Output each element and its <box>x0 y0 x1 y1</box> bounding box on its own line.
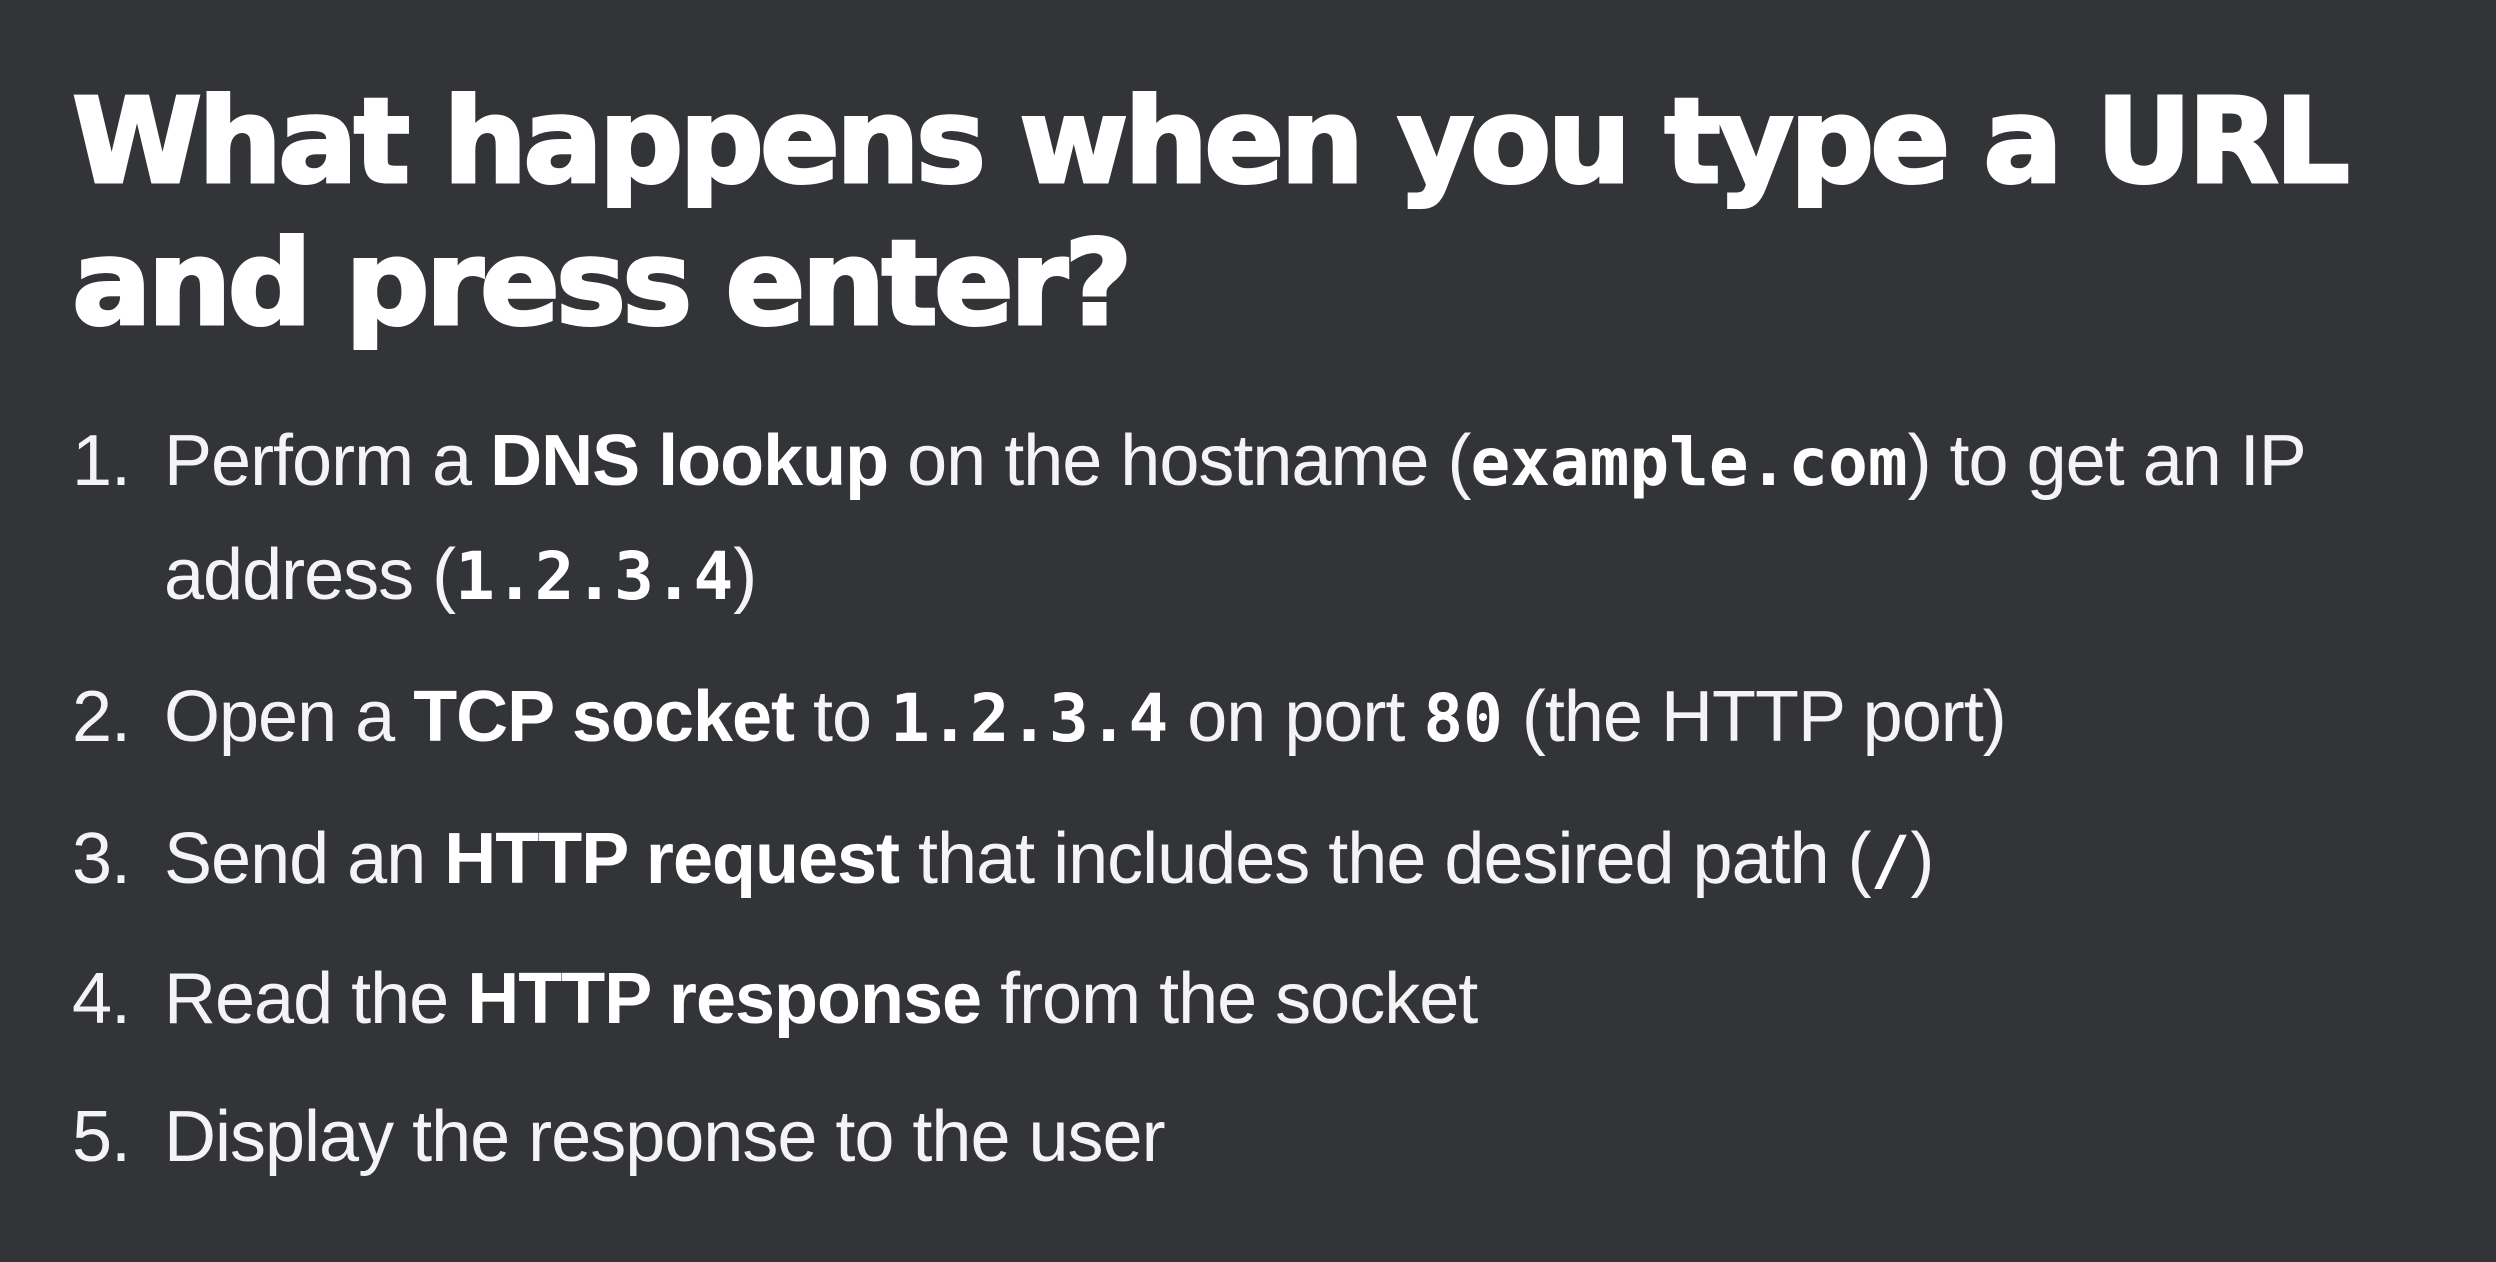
code-hostname: example.com <box>1470 424 1908 501</box>
step-keyword: TCP socket <box>413 677 795 757</box>
code-path: / <box>1870 822 1911 899</box>
step-number: 2. <box>72 677 131 757</box>
step-text: Read the HTTP response from the socket <box>164 943 2472 1055</box>
step-keyword: DNS lookup <box>490 421 889 501</box>
step-text-segment: (the HTTP port) <box>1502 677 2007 757</box>
step-text-segment: ) <box>1910 819 1934 899</box>
step-text-segment: Display the response to the user <box>164 1097 1166 1177</box>
step-1: 1. Perform a DNS lookup on the hostname … <box>72 405 2472 633</box>
step-text: Display the response to the user <box>164 1081 2472 1193</box>
step-number: 1. <box>72 421 131 501</box>
step-number: 4. <box>72 959 131 1039</box>
step-keyword: HTTP request <box>444 819 900 899</box>
code-port: 80 <box>1423 680 1503 757</box>
step-text-segment: on the hostname ( <box>888 421 1471 501</box>
step-text: Send an HTTP request that includes the d… <box>164 803 2472 917</box>
step-keyword: HTTP response <box>467 959 982 1039</box>
step-number: 3. <box>72 819 131 899</box>
step-text-segment: that includes the desired path ( <box>899 819 1872 899</box>
code-ip-address: 1.2.3.4 <box>455 538 734 615</box>
step-2: 2. Open a TCP socket to 1.2.3.4 on port … <box>72 661 2472 775</box>
step-text-segment: Read the <box>164 959 468 1039</box>
step-3: 3. Send an HTTP request that includes th… <box>72 803 2472 917</box>
code-ip-address: 1.2.3.4 <box>890 680 1169 757</box>
step-text-segment: Open a <box>164 677 414 757</box>
step-text-segment: Perform a <box>164 421 491 501</box>
step-text: Open a TCP socket to 1.2.3.4 on port 80 … <box>164 661 2472 775</box>
step-number: 5. <box>72 1097 131 1177</box>
slide: What happens when you type a URL and pre… <box>0 0 2496 1262</box>
step-text: Perform a DNS lookup on the hostname (ex… <box>164 405 2472 633</box>
step-text-segment: to <box>794 677 891 757</box>
step-text-segment: on port <box>1168 677 1424 757</box>
step-text-segment: Send an <box>164 819 445 899</box>
slide-title: What happens when you type a URL and pre… <box>71 71 2352 354</box>
step-5: 5. Display the response to the user <box>72 1081 2472 1193</box>
step-4: 4. Read the HTTP response from the socke… <box>72 943 2472 1055</box>
steps-list: 1. Perform a DNS lookup on the hostname … <box>72 405 2472 1221</box>
step-text-segment: from the socket <box>981 959 1478 1039</box>
step-text-segment: ) <box>733 535 757 615</box>
